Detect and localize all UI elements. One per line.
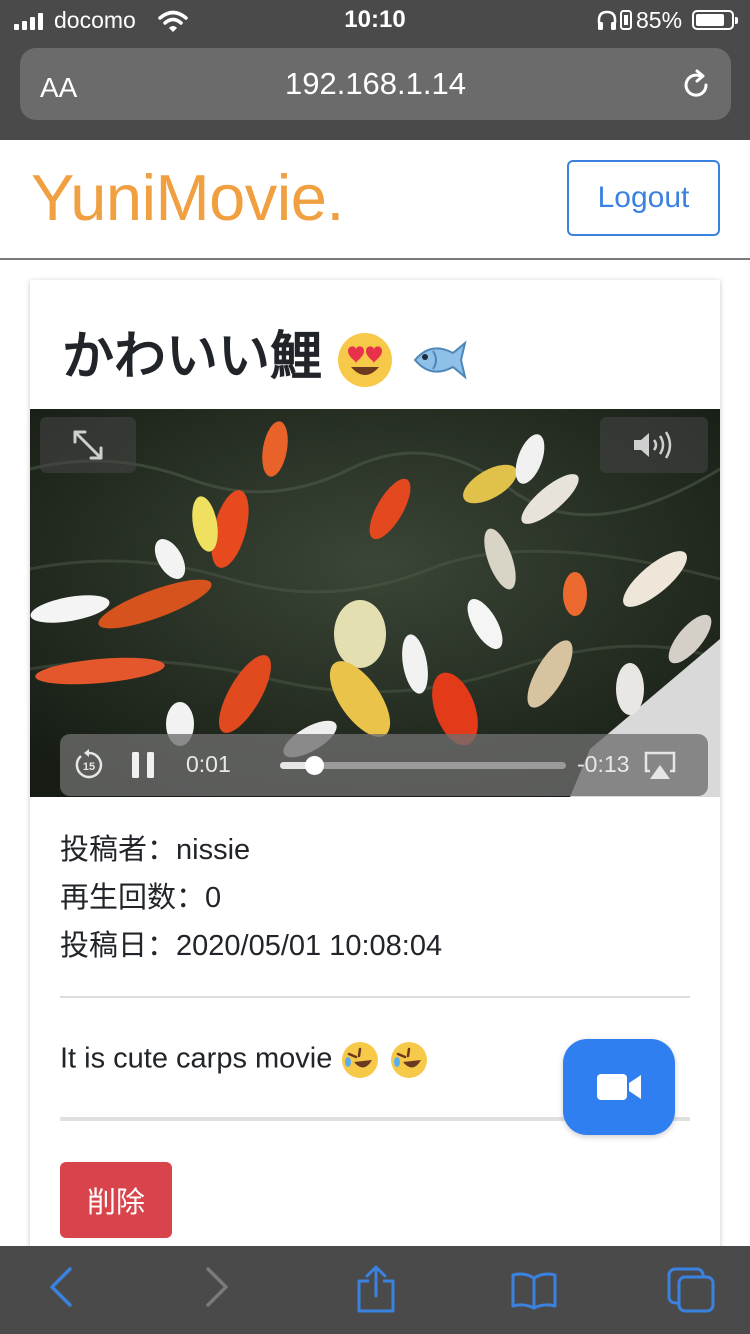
headphones-icon	[597, 10, 617, 30]
uploader-row: 投稿者：nissie	[60, 826, 250, 868]
views-row: 再生回数：0	[60, 874, 221, 916]
forward-icon[interactable]	[204, 1266, 230, 1308]
logout-button[interactable]: Logout	[567, 160, 720, 236]
fish-emoji-icon	[413, 340, 467, 380]
expand-icon	[73, 430, 103, 460]
browser-address-area: AA 192.168.1.14	[0, 40, 750, 140]
pause-icon[interactable]	[130, 750, 156, 780]
reload-icon[interactable]	[679, 68, 713, 102]
bookmarks-icon[interactable]	[510, 1270, 558, 1310]
video-camera-icon	[597, 1074, 641, 1100]
battery-level	[696, 14, 725, 26]
upload-date: 2020/05/01 10:08:04	[176, 930, 443, 962]
uploader-label: 投稿者：	[60, 834, 177, 866]
share-icon[interactable]	[356, 1264, 396, 1314]
delete-button[interactable]: 削除	[60, 1162, 172, 1238]
date-row: 投稿日：2020/05/01 10:08:04	[60, 922, 442, 964]
airplay-icon[interactable]	[642, 749, 678, 781]
tabs-icon[interactable]	[666, 1266, 716, 1314]
fullscreen-button[interactable]	[40, 417, 136, 473]
browser-toolbar	[0, 1246, 750, 1334]
skip-back-seconds: 15	[83, 761, 95, 773]
battery-icon	[692, 10, 738, 30]
site-navbar: YuniMovie. Logout	[0, 140, 750, 260]
upload-video-button[interactable]	[563, 1039, 675, 1135]
status-bar: docomo 10:10 85%	[0, 0, 750, 40]
video-description: It is cute carps movie	[60, 1040, 429, 1080]
video-title-text: かわいい鯉	[62, 328, 323, 386]
video-controls: 15 0:01 -0:13	[60, 734, 708, 796]
views-label: 再生回数：	[60, 882, 206, 914]
rolling-laughing-emoji-icon	[342, 1042, 379, 1078]
remaining-time: -0:13	[577, 751, 630, 777]
divider	[60, 996, 690, 998]
description-text: It is cute carps movie	[60, 1042, 333, 1075]
views-count: 0	[205, 882, 222, 914]
seek-bar[interactable]	[280, 756, 566, 775]
rotation-lock-icon	[620, 10, 632, 30]
video-title: かわいい鯉	[62, 314, 469, 389]
seek-knob[interactable]	[305, 756, 325, 775]
uploader-name: nissie	[176, 834, 251, 866]
url-text[interactable]: 192.168.1.14	[20, 66, 731, 102]
volume-icon	[634, 431, 672, 459]
brand-logo[interactable]: YuniMovie.	[31, 160, 344, 235]
heart-eyes-emoji-icon	[338, 333, 393, 388]
volume-button[interactable]	[600, 417, 708, 473]
date-label: 投稿日：	[60, 930, 177, 962]
rolling-laughing-emoji-icon	[390, 1042, 427, 1078]
address-bar[interactable]: AA 192.168.1.14	[20, 48, 731, 120]
video-player[interactable]: 15 0:01 -0:13	[30, 409, 720, 797]
battery-percent: 85%	[636, 7, 683, 33]
elapsed-time: 0:01	[186, 751, 231, 777]
skip-back-15-icon[interactable]: 15	[72, 748, 106, 782]
back-icon[interactable]	[48, 1266, 74, 1308]
